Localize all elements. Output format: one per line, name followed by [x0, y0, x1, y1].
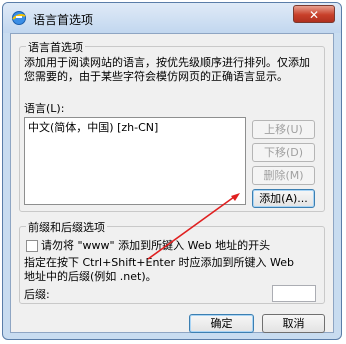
annotation-arrow-head: [231, 193, 240, 201]
annotation-overlay: [147, 193, 240, 260]
annotation-arrow-line: [147, 196, 235, 260]
